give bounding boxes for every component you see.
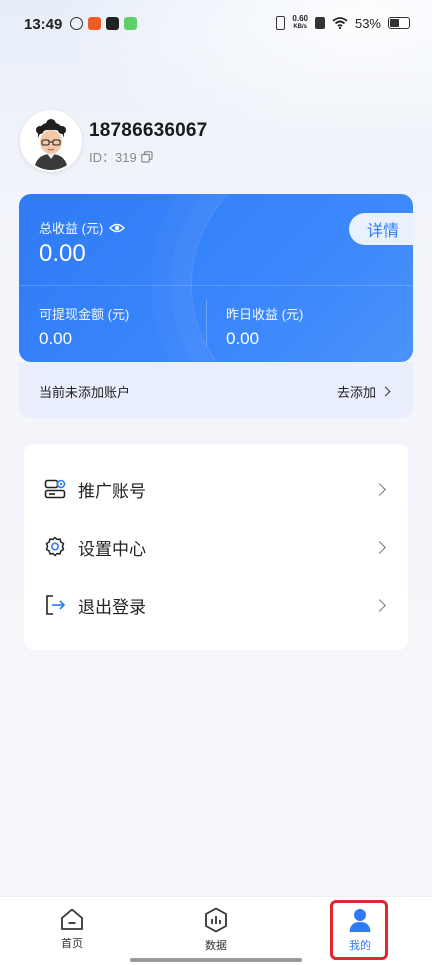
user-id: ID：319	[89, 147, 153, 166]
phone-number: 18786636067	[89, 120, 208, 141]
user-id-text: ID：319	[89, 150, 137, 165]
account-status-text: 当前未添加账户	[39, 385, 131, 400]
chevron-right-icon	[373, 540, 386, 554]
nav-item-label: 首页	[61, 938, 83, 950]
app-notification-icon	[88, 17, 101, 30]
net-speed-value: 0.60	[292, 14, 308, 23]
data-icon	[205, 907, 227, 933]
wifi-icon	[332, 17, 348, 29]
chevron-right-icon	[373, 598, 386, 612]
yesterday-label: 昨日收益 (元)	[226, 307, 304, 322]
app-notification-icon	[70, 17, 83, 30]
menu-item-logout[interactable]: 退出登录	[24, 576, 408, 634]
card-divider	[19, 285, 413, 286]
net-speed: 0.60 KB/s	[292, 15, 308, 31]
chevron-right-icon	[380, 386, 391, 397]
menu-item-label: 推广账号	[78, 481, 146, 501]
status-right: 0.60 KB/s 53%	[276, 15, 410, 31]
account-strip: 当前未添加账户 去添加	[19, 362, 413, 418]
nav-item-home[interactable]: 首页	[32, 907, 112, 957]
avatar[interactable]	[20, 110, 82, 172]
chevron-right-icon	[373, 482, 386, 496]
total-earnings-label: 总收益 (元)	[39, 218, 126, 237]
home-icon	[61, 908, 83, 930]
logout-icon	[46, 595, 66, 615]
app-notification-icon	[124, 17, 137, 30]
notification-icons	[70, 17, 137, 30]
battery-icon	[388, 17, 410, 29]
eye-icon[interactable]	[109, 222, 126, 234]
status-bar: 13:49 0.60 KB/s 53%	[0, 0, 432, 52]
menu-item-settings[interactable]: 设置中心	[24, 518, 408, 576]
menu-item-label: 设置中心	[78, 539, 146, 559]
withdrawable-value: 0.00	[39, 329, 73, 348]
menu-item-label: 退出登录	[78, 597, 146, 617]
sim-off-icon	[314, 17, 325, 29]
home-indicator[interactable]	[130, 958, 302, 962]
nav-item-label: 数据	[205, 940, 227, 952]
details-button[interactable]: 详情	[349, 213, 413, 245]
vibrate-icon	[276, 16, 286, 30]
yesterday-section: 昨日收益 (元) 0.00	[226, 304, 303, 349]
add-account-button[interactable]: 去添加	[336, 382, 391, 401]
menu-card: 推广账号 设置中心 退出登录	[24, 444, 408, 650]
app-notification-icon	[106, 17, 119, 30]
total-earnings-label-text: 总收益 (元)	[39, 221, 104, 236]
battery-percent: 53%	[354, 15, 381, 31]
nav-item-data[interactable]: 数据	[176, 907, 256, 957]
menu-item-promo-account[interactable]: 推广账号	[24, 460, 408, 518]
profile-header: 18786636067 ID：319	[20, 110, 400, 172]
card-divider-vertical	[206, 300, 207, 346]
withdrawable-section: 可提现金额 (元) 0.00	[39, 304, 129, 349]
status-time: 13:49	[24, 16, 63, 33]
avatar-image	[22, 112, 80, 170]
withdrawable-label: 可提现金额 (元)	[39, 307, 130, 322]
earnings-card: 总收益 (元) 0.00 详情 可提现金额 (元) 0.00 昨日收益 (元) …	[19, 194, 413, 362]
yesterday-value: 0.00	[226, 329, 260, 348]
account-card-icon	[44, 479, 66, 499]
copy-icon[interactable]	[140, 150, 153, 163]
highlight-box	[330, 900, 388, 960]
add-account-label: 去添加	[336, 385, 376, 400]
gear-icon	[45, 536, 65, 557]
total-earnings-value: 0.00	[39, 240, 86, 267]
net-speed-unit: KB/s	[293, 24, 308, 30]
